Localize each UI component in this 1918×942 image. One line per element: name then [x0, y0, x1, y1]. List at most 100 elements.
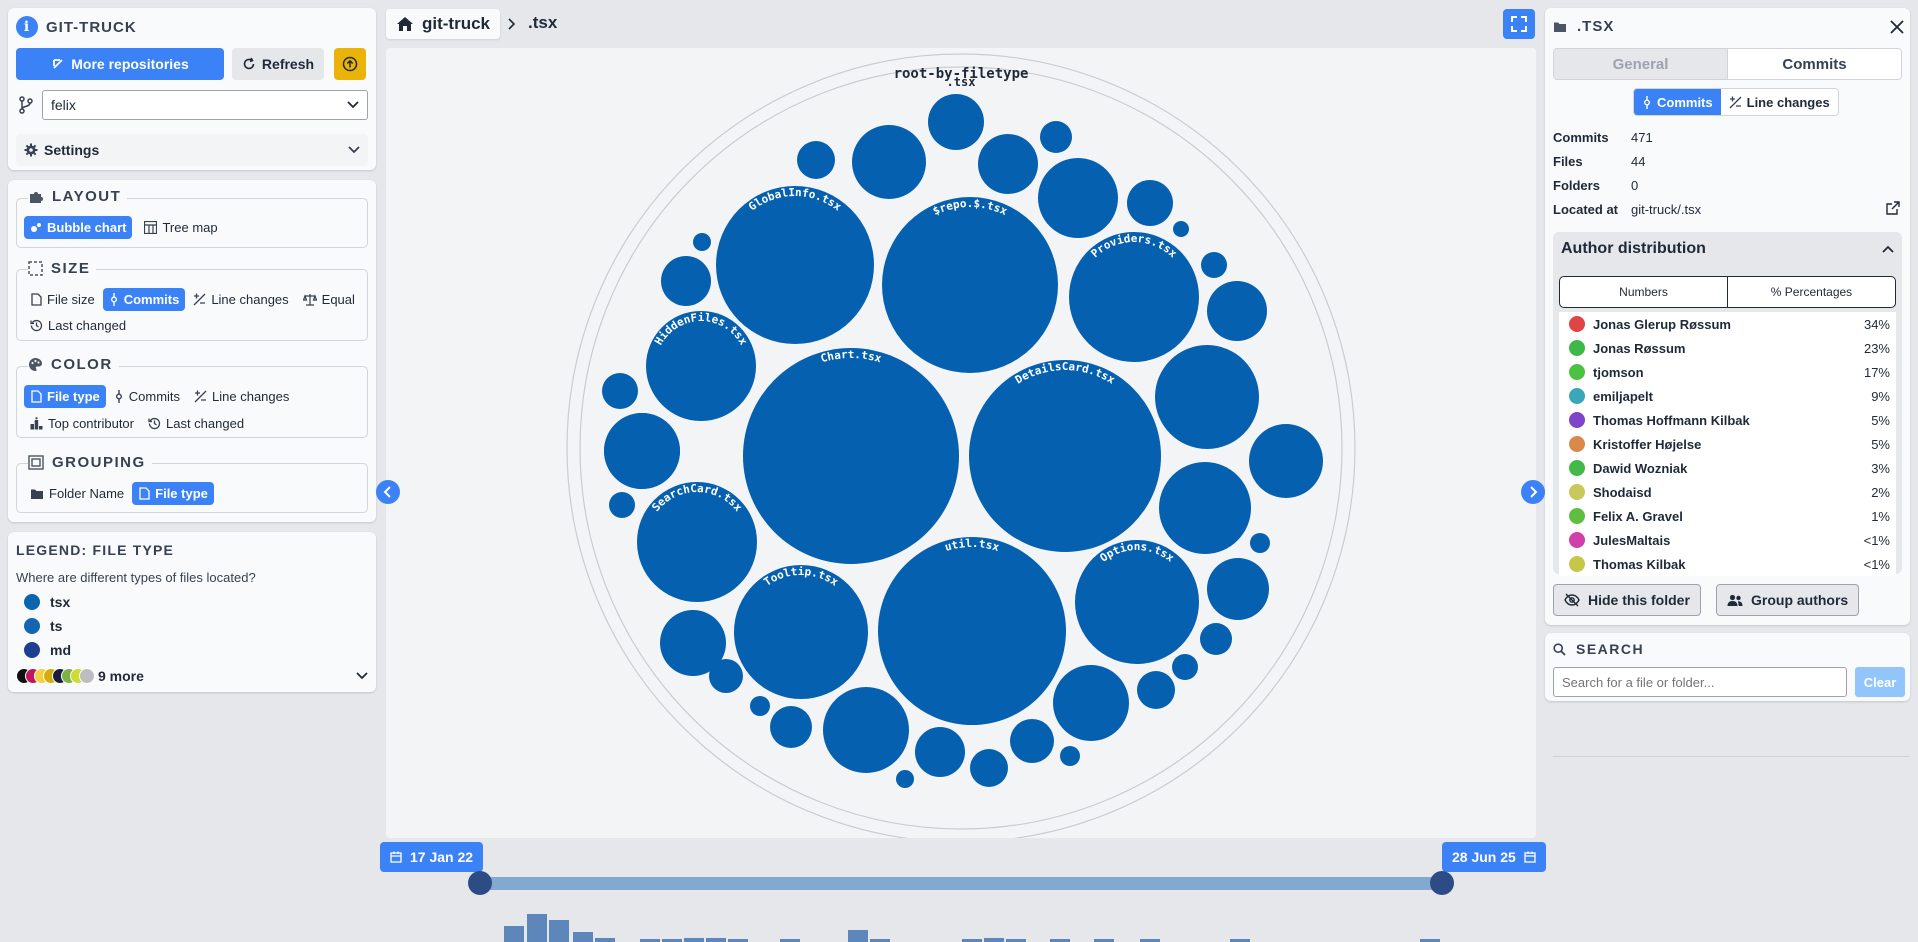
chevron-down-icon [347, 101, 359, 109]
end-date-button[interactable]: 28 Jun 25 [1442, 842, 1546, 872]
author-row[interactable]: Jonas Røssum 23% [1559, 336, 1896, 360]
legend-item: ts [24, 618, 62, 634]
file-bubble [852, 125, 926, 199]
tab-commits[interactable]: Commits [1727, 49, 1901, 79]
grouping-option-file-type[interactable]: File type [132, 482, 214, 505]
author-color-dot [1569, 508, 1585, 524]
settings-label: Settings [44, 142, 100, 158]
file-bubble [602, 373, 638, 409]
color-option-file-type[interactable]: File type [24, 385, 106, 408]
close-icon[interactable] [1890, 20, 1904, 34]
author-row[interactable]: Thomas Kilbak <1% [1559, 552, 1896, 576]
collapse-right-button[interactable] [1521, 480, 1545, 504]
size-option-file-size[interactable]: File size [24, 288, 101, 311]
color-option-last-changed[interactable]: Last changed [142, 412, 250, 435]
size-option-equal[interactable]: Equal [297, 288, 361, 311]
author-row[interactable]: JulesMaltais <1% [1559, 528, 1896, 552]
info-icon[interactable]: i [16, 16, 38, 38]
author-row[interactable]: tjomson 17% [1559, 360, 1896, 384]
author-color-dot [1569, 460, 1585, 476]
layout-option-tree-map[interactable]: Tree map [138, 216, 223, 239]
refresh-button[interactable]: Refresh [232, 48, 324, 80]
branch-select[interactable]: felix [42, 90, 368, 120]
file-bubble [1053, 665, 1129, 741]
color-option-top-contributor[interactable]: Top contributor [24, 412, 140, 435]
author-row[interactable]: emiljapelt 9% [1559, 384, 1896, 408]
update-button[interactable] [334, 48, 366, 80]
author-color-dot [1569, 532, 1585, 548]
size-option-commits[interactable]: Commits [102, 288, 186, 311]
file-bubble [743, 348, 959, 564]
grouping-options: Folder Name File type [24, 482, 214, 505]
more-repositories-button[interactable]: More repositories [16, 48, 224, 80]
mode-numbers[interactable]: Numbers [1560, 277, 1727, 307]
author-name: Shodaisd [1593, 484, 1652, 500]
gear-icon [24, 143, 38, 157]
color-option-commits[interactable]: Commits [108, 385, 186, 408]
calendar-icon [390, 851, 402, 863]
fullscreen-button[interactable] [1503, 9, 1535, 39]
author-percentage: 17% [1863, 364, 1890, 380]
grouping-option-folder-name[interactable]: Folder Name [24, 482, 130, 505]
search-input[interactable] [1553, 667, 1847, 697]
tab-general[interactable]: General [1554, 49, 1727, 79]
file-icon [30, 293, 42, 306]
folder-icon [30, 488, 44, 500]
mode-percentages[interactable]: % Percentages [1727, 277, 1895, 307]
calendar-icon [1524, 851, 1536, 863]
legend-item: md [24, 642, 71, 658]
color-option-line-changes[interactable]: Line changes [188, 385, 295, 408]
author-name: Felix A. Gravel [1593, 508, 1683, 524]
author-row[interactable]: Jonas Glerup Røssum 34% [1559, 312, 1896, 336]
start-date-button[interactable]: 17 Jan 22 [380, 842, 484, 872]
bubbles: GlobalInfo.tsx $repo.$.tsxProviders.tsxHi… [602, 94, 1323, 788]
file-bubble [1127, 180, 1173, 226]
legend-more-toggle[interactable]: 9 more [16, 666, 368, 686]
chevron-right-icon [508, 18, 516, 30]
size-option-last-changed[interactable]: Last changed [24, 314, 132, 337]
author-name: emiljapelt [1593, 388, 1653, 404]
author-name: Kristoffer Højelse [1593, 436, 1702, 452]
author-row[interactable]: Thomas Hoffmann Kilbak 5% [1559, 408, 1896, 432]
author-distribution: Author distribution Numbers % Percentage… [1553, 232, 1902, 576]
author-name: Thomas Kilbak [1593, 556, 1686, 572]
author-row[interactable]: Felix A. Gravel 1% [1559, 504, 1896, 528]
author-row[interactable]: Dawid Wozniak 3% [1559, 456, 1896, 480]
histogram-bar [573, 932, 593, 942]
clear-button[interactable]: Clear [1855, 667, 1905, 697]
arrow-up-left-icon [51, 57, 65, 71]
file-bubble [1075, 540, 1199, 664]
file-bubble [797, 141, 835, 179]
git-branch-icon [18, 96, 34, 114]
author-row[interactable]: Shodaisd 2% [1559, 480, 1896, 504]
author-percentage: 34% [1863, 316, 1890, 332]
timeline-track[interactable] [480, 877, 1442, 890]
details-header: .TSX [1553, 18, 1614, 35]
toggle-commits[interactable]: Commits [1634, 89, 1721, 115]
bubble-chart: root-by-filetype .tsx GlobalInfo.tsx $rep… [376, 48, 1545, 843]
external-link-icon[interactable] [1886, 201, 1900, 215]
collapse-left-button[interactable] [376, 480, 400, 504]
breadcrumb-root[interactable]: git-truck [386, 9, 500, 39]
file-bubble [878, 537, 1066, 725]
color-options: File type Commits Line changes [24, 385, 295, 408]
layout-option-bubble-chart[interactable]: Bubble chart [24, 216, 133, 239]
file-bubble [1201, 252, 1227, 278]
author-row[interactable]: Kristoffer Højelse 5% [1559, 432, 1896, 456]
commit-icon [109, 293, 119, 306]
author-distribution-header[interactable]: Author distribution [1561, 240, 1894, 258]
legend-more-swatches [16, 668, 98, 684]
hide-folder-button[interactable]: Hide this folder [1553, 584, 1701, 616]
author-percentage: 3% [1871, 460, 1890, 476]
author-color-dot [1569, 556, 1585, 572]
settings-toggle[interactable]: Settings [16, 134, 368, 166]
size-option-line-changes[interactable]: Line changes [187, 288, 294, 311]
file-bubble [1249, 424, 1323, 498]
breadcrumb-current[interactable]: .tsx [528, 13, 557, 33]
timeline-end-handle[interactable] [1430, 871, 1454, 895]
author-color-dot [1569, 340, 1585, 356]
group-authors-button[interactable]: Group authors [1716, 584, 1860, 616]
chevron-right-icon [1530, 486, 1538, 498]
toggle-line-changes[interactable]: Line changes [1720, 89, 1838, 115]
timeline-start-handle[interactable] [468, 871, 492, 895]
